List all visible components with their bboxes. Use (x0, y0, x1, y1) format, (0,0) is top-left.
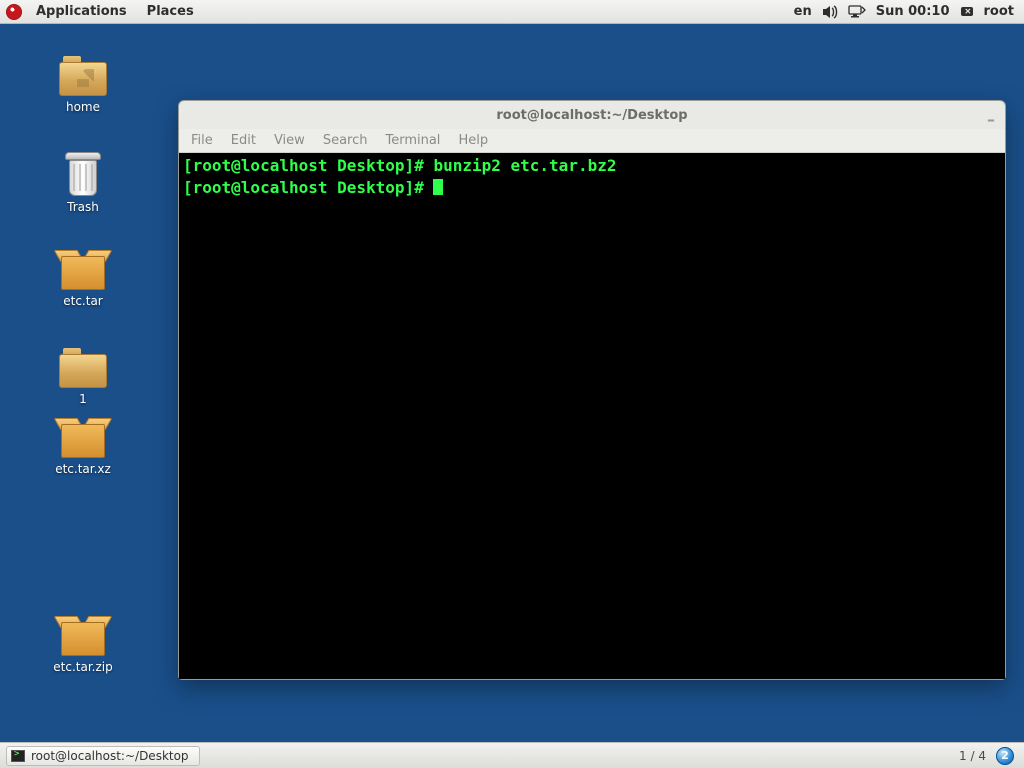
desktop-icon-label: Trash (28, 200, 138, 214)
desktop-icon-label: home (28, 100, 138, 114)
window-titlebar[interactable]: root@localhost:~/Desktop – (179, 101, 1005, 129)
archive-icon (61, 250, 105, 290)
terminal-output[interactable]: [root@localhost Desktop]# bunzip2 etc.ta… (179, 153, 1005, 679)
shell-command: bunzip2 etc.tar.bz2 (433, 156, 616, 175)
trash-icon (63, 152, 103, 196)
menu-file[interactable]: File (191, 133, 213, 148)
shell-prompt: [root@localhost Desktop]# (183, 178, 433, 197)
notification-icon[interactable]: ✕ (960, 5, 974, 19)
desktop-icon-label: etc.tar.xz (28, 462, 138, 476)
terminal-window[interactable]: root@localhost:~/Desktop – File Edit Vie… (178, 100, 1006, 680)
taskbar-entry-label: root@localhost:~/Desktop (31, 749, 189, 763)
distro-logo-icon (6, 4, 22, 20)
desktop-icon-label: etc.tar (28, 294, 138, 308)
volume-icon[interactable] (822, 5, 838, 19)
archive-icon (61, 616, 105, 656)
desktop-icon-etc-tar-xz[interactable]: etc.tar.xz (28, 418, 138, 476)
workspace-indicator[interactable]: 1 / 4 (959, 749, 986, 763)
desktop-icon-folder-1[interactable]: 1 (28, 348, 138, 406)
folder-icon (59, 348, 107, 388)
top-panel: Applications Places en Sun 00:10 ✕ root (0, 0, 1024, 24)
desktop-icon-etc-tar[interactable]: etc.tar (28, 250, 138, 308)
minimize-icon[interactable]: – (987, 115, 995, 125)
shell-prompt: [root@localhost Desktop]# (183, 156, 433, 175)
window-title: root@localhost:~/Desktop (496, 108, 687, 123)
applications-menu[interactable]: Applications (30, 4, 133, 19)
menu-help[interactable]: Help (458, 133, 488, 148)
menu-edit[interactable]: Edit (231, 133, 256, 148)
terminal-icon (11, 750, 25, 762)
bottom-panel: root@localhost:~/Desktop 1 / 4 2 (0, 742, 1024, 768)
home-folder-icon (59, 56, 107, 96)
menu-search[interactable]: Search (323, 133, 368, 148)
input-language-indicator[interactable]: en (794, 4, 812, 19)
desktop-icon-label: 1 (28, 392, 138, 406)
svg-text:✕: ✕ (964, 7, 971, 16)
desktop-icon-label: etc.tar.zip (28, 660, 138, 674)
network-icon[interactable] (848, 5, 866, 19)
menu-terminal[interactable]: Terminal (385, 133, 440, 148)
notification-badge[interactable]: 2 (996, 747, 1014, 765)
desktop-icon-home[interactable]: home (28, 56, 138, 114)
user-menu[interactable]: root (984, 4, 1015, 19)
menu-view[interactable]: View (274, 133, 305, 148)
clock[interactable]: Sun 00:10 (876, 4, 950, 19)
taskbar-entry-terminal[interactable]: root@localhost:~/Desktop (6, 746, 200, 766)
terminal-cursor (433, 179, 443, 195)
terminal-menubar: File Edit View Search Terminal Help (179, 129, 1005, 153)
places-menu[interactable]: Places (141, 4, 200, 19)
desktop-icon-etc-tar-zip[interactable]: etc.tar.zip (28, 616, 138, 674)
archive-icon (61, 418, 105, 458)
desktop[interactable]: home Trash etc.tar 1 etc.tar.xz etc.tar.… (0, 24, 1024, 742)
desktop-icon-trash[interactable]: Trash (28, 152, 138, 214)
